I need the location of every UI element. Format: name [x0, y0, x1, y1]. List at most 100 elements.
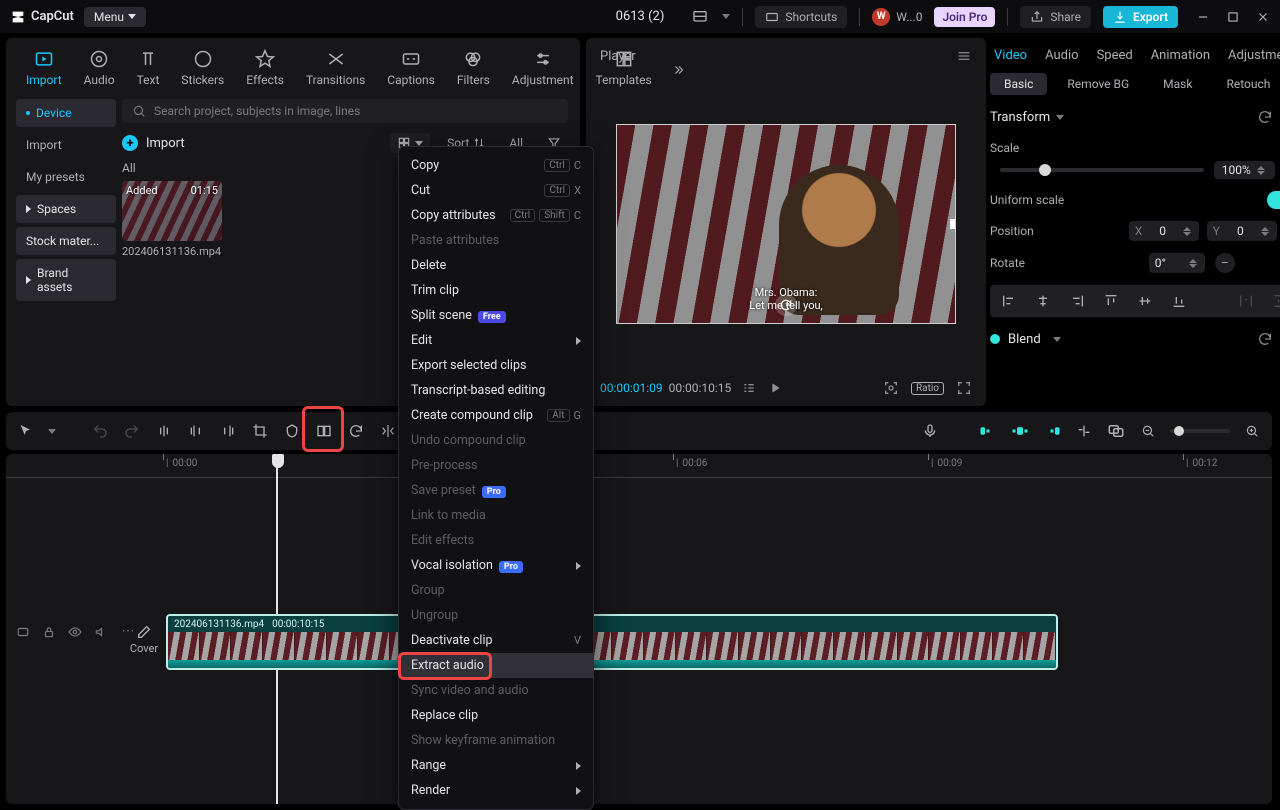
sidebar-stock[interactable]: Stock mater...: [16, 227, 116, 255]
align-hcenter-icon[interactable]: [1030, 291, 1056, 311]
menu-button[interactable]: Menu: [84, 7, 146, 27]
ctx-vocal-isolation[interactable]: Vocal isolationPro: [399, 553, 593, 578]
lane-lock-icon[interactable]: [42, 625, 58, 639]
section-transform[interactable]: Transform: [990, 110, 1050, 125]
maximize-icon[interactable]: [1226, 10, 1240, 24]
subtab-mask[interactable]: Mask: [1149, 73, 1206, 95]
preview-icon[interactable]: [1106, 421, 1126, 441]
lane-mute-icon[interactable]: [94, 625, 110, 639]
split-icon[interactable]: [154, 421, 174, 441]
tab-import[interactable]: Import: [16, 46, 72, 93]
ctx-range[interactable]: Range: [399, 753, 593, 778]
magnet-right-icon[interactable]: [1042, 421, 1062, 441]
lane-collapse-icon[interactable]: [16, 625, 32, 639]
import-action[interactable]: +Import: [122, 135, 185, 151]
scale-slider[interactable]: [1000, 168, 1204, 172]
ctx-copy-attributes[interactable]: Copy attributesCtrlShiftC: [399, 203, 593, 228]
ctx-delete[interactable]: Delete: [399, 253, 593, 278]
timeline-body[interactable]: |00:00 |00:03 |00:06 |00:09 |00:12 ⋯ Cov…: [6, 454, 1272, 804]
video-clip[interactable]: 202406131136.mp400:00:10:15: [166, 614, 1058, 670]
align-top-icon[interactable]: [1098, 291, 1124, 311]
magnet-left-icon[interactable]: [978, 421, 998, 441]
list-icon[interactable]: [741, 380, 757, 396]
zoom-slider[interactable]: [1170, 429, 1230, 433]
fullscreen-icon[interactable]: [956, 380, 972, 396]
share-button[interactable]: Share: [1020, 6, 1091, 28]
ctx-cut[interactable]: CutCtrlX: [399, 178, 593, 203]
ctx-extract-audio[interactable]: Extract audio: [399, 653, 593, 678]
blend-label[interactable]: Blend: [1008, 332, 1041, 347]
ctx-copy[interactable]: CopyCtrlC: [399, 153, 593, 178]
pos-x-input[interactable]: X0: [1129, 221, 1199, 241]
ctx-edit[interactable]: Edit: [399, 328, 593, 353]
ctx-export-selected[interactable]: Export selected clips: [399, 353, 593, 378]
flip-button[interactable]: –: [1215, 253, 1235, 273]
sidebar-brand[interactable]: Brand assets: [16, 259, 116, 301]
subtab-retouch[interactable]: Retouch: [1212, 73, 1280, 95]
split-frame-icon[interactable]: [314, 421, 334, 441]
subtab-removebg[interactable]: Remove BG: [1053, 73, 1143, 95]
sync-icon[interactable]: [775, 294, 797, 316]
uniform-toggle[interactable]: [1267, 191, 1280, 209]
ctx-transcript-editing[interactable]: Transcript-based editing: [399, 378, 593, 403]
crop-icon[interactable]: [250, 421, 270, 441]
zoom-fit-icon[interactable]: [1242, 421, 1262, 441]
reset-icon[interactable]: [1257, 331, 1273, 347]
join-pro-button[interactable]: Join Pro: [934, 7, 995, 27]
ctx-split-scene[interactable]: Split sceneFree: [399, 303, 593, 328]
trim-left-icon[interactable]: [186, 421, 206, 441]
align-vcenter-icon[interactable]: [1132, 291, 1158, 311]
sidebar-presets[interactable]: My presets: [16, 163, 116, 191]
magnet-center-icon[interactable]: [1010, 421, 1030, 441]
shortcuts-button[interactable]: Shortcuts: [755, 6, 847, 28]
sidebar-spaces[interactable]: Spaces: [16, 195, 116, 223]
scan-icon[interactable]: [883, 380, 899, 396]
chevron-down-icon[interactable]: [722, 14, 730, 19]
lane-visible-icon[interactable]: [68, 625, 84, 639]
tab-captions[interactable]: Captions: [377, 46, 445, 93]
minimize-icon[interactable]: [1196, 10, 1210, 24]
align-bottom-icon[interactable]: [1166, 291, 1192, 311]
media-thumb[interactable]: Added01:15 202406131136.mp4: [122, 181, 222, 258]
scale-value[interactable]: 100%: [1214, 161, 1275, 179]
user-chip[interactable]: W W...0: [872, 8, 922, 26]
ctx-replace-clip[interactable]: Replace clip: [399, 703, 593, 728]
player-menu-icon[interactable]: [956, 48, 972, 64]
marker-icon[interactable]: [282, 421, 302, 441]
play-icon[interactable]: [767, 380, 783, 396]
mirror-icon[interactable]: [378, 421, 398, 441]
ratio-badge[interactable]: Ratio: [911, 382, 944, 395]
timeline-ruler[interactable]: |00:00 |00:03 |00:06 |00:09 |00:12: [6, 454, 1272, 478]
tab-adjustment[interactable]: Adjustment: [502, 46, 584, 93]
sidebar-import[interactable]: Import: [16, 131, 116, 159]
tab-stickers[interactable]: Stickers: [171, 46, 234, 93]
align-left-icon[interactable]: [996, 291, 1022, 311]
insp-tab-audio[interactable]: Audio: [1045, 48, 1078, 63]
snap-icon[interactable]: [1074, 421, 1094, 441]
tab-text[interactable]: Text: [127, 46, 170, 93]
pos-y-input[interactable]: Y0: [1207, 221, 1277, 241]
zoom-out-icon[interactable]: [1138, 421, 1158, 441]
tab-effects[interactable]: Effects: [236, 46, 294, 93]
tab-transitions[interactable]: Transitions: [296, 46, 375, 93]
search-input[interactable]: Search project, subjects in image, lines: [122, 99, 568, 123]
tab-audio[interactable]: Audio: [74, 46, 125, 93]
layout-icon[interactable]: [690, 7, 710, 27]
tab-filters[interactable]: Filters: [447, 46, 500, 93]
select-tool-icon[interactable]: [16, 421, 36, 441]
export-button[interactable]: Export: [1103, 6, 1178, 28]
ctx-deactivate-clip[interactable]: Deactivate clipV: [399, 628, 593, 653]
reset-icon[interactable]: [1257, 109, 1273, 125]
player-viewport[interactable]: Mrs. Obama: Let me tell you,: [586, 74, 986, 374]
align-right-icon[interactable]: [1064, 291, 1090, 311]
mic-icon[interactable]: [920, 421, 940, 441]
redo-icon[interactable]: [122, 421, 142, 441]
chevron-down-icon[interactable]: [48, 429, 56, 434]
insp-tab-speed[interactable]: Speed: [1097, 48, 1133, 63]
ctx-trim-clip[interactable]: Trim clip: [399, 278, 593, 303]
ctx-render[interactable]: Render: [399, 778, 593, 803]
subtab-basic[interactable]: Basic: [990, 73, 1047, 95]
cover-button[interactable]: Cover: [124, 624, 164, 655]
insp-tab-video[interactable]: Video: [994, 48, 1027, 63]
sidebar-device[interactable]: Device: [16, 99, 116, 127]
